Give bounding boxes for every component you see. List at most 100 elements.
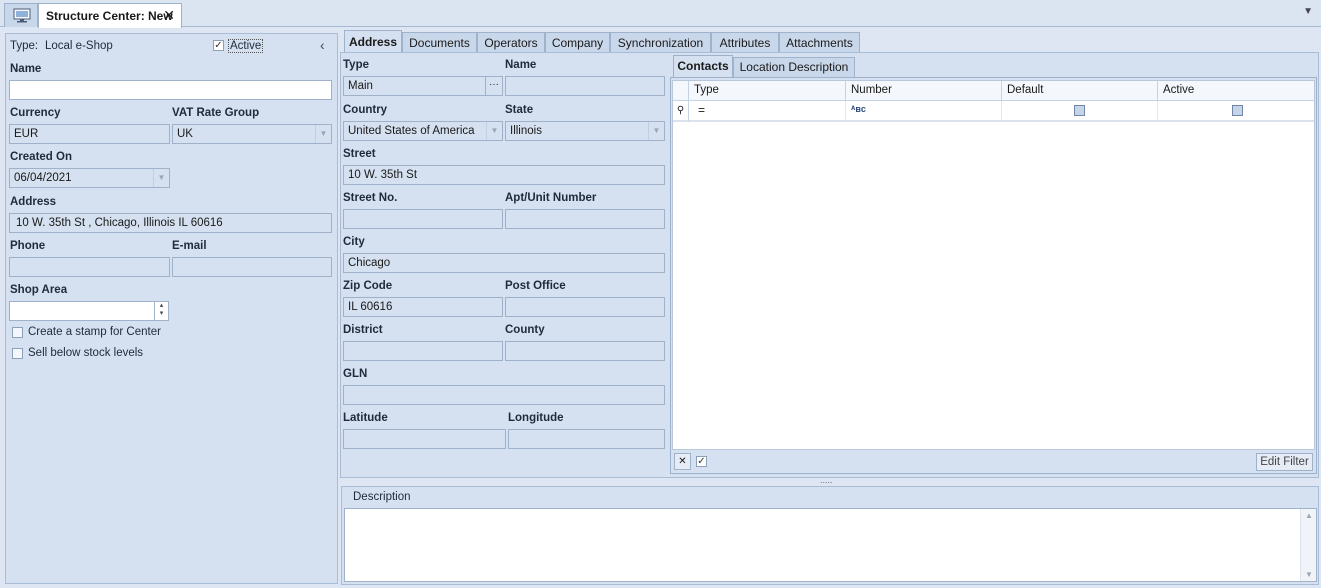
street-no-field[interactable] [343,209,503,229]
shop-area-stepper[interactable]: ▴ ▾ [9,301,169,321]
street-field[interactable]: 10 W. 35th St [343,165,665,185]
type-label: Type: [10,40,39,52]
description-panel: Description ▲ ▼ [341,486,1319,585]
splitter-grip[interactable]: ..... [820,475,833,485]
tab-contacts[interactable]: Contacts [673,55,733,78]
address-type-value: Main [348,80,373,92]
tab-address[interactable]: Address [344,30,402,53]
county-field[interactable] [505,341,665,361]
filter-row[interactable]: ⚲ = ᴬʙᴄ [673,101,1314,122]
zip-label: Zip Code [343,280,393,292]
tab-location-description[interactable]: Location Description [733,57,855,77]
name-input[interactable] [9,80,332,100]
close-icon[interactable]: ✕ [163,7,175,24]
state-label: State [505,104,534,116]
tab-company[interactable]: Company [545,32,610,53]
spin-buttons-icon[interactable]: ▴ ▾ [154,302,168,320]
sell-below-checkbox[interactable] [12,348,23,359]
gln-field[interactable] [343,385,665,405]
description-scrollbar[interactable]: ▲ ▼ [1300,509,1316,581]
row-indicator-header [673,81,689,101]
country-combo[interactable]: United States of America ▼ [343,121,503,141]
country-label: Country [343,104,388,116]
tab-attributes[interactable]: Attributes [711,32,779,53]
default-filter-checkbox[interactable] [1074,105,1085,116]
phone-field[interactable] [9,257,170,277]
gln-label: GLN [343,368,368,380]
column-default[interactable]: Default [1002,81,1158,101]
contacts-grid[interactable]: Type Number Default Active ⚲ = ᴬʙᴄ [672,80,1315,450]
created-on-label: Created On [10,151,72,163]
address-field[interactable]: 10 W. 35th St , Chicago, Illinois IL 606… [9,213,332,233]
latitude-field[interactable] [343,429,506,449]
currency-field[interactable]: EUR [9,124,170,144]
active-checkbox[interactable] [213,40,224,51]
structure-center-tab[interactable]: Structure Center: New ✕ [38,3,182,28]
stamp-checkbox[interactable] [12,327,23,338]
city-label: City [343,236,365,248]
chevron-down-icon[interactable]: ▼ [486,122,502,140]
number-filter-abc-icon[interactable]: ᴬʙᴄ [846,101,1002,121]
grid-header: Type Number Default Active [673,81,1314,101]
sell-below-label[interactable]: Sell below stock levels [28,347,143,359]
vat-rate-label: VAT Rate Group [172,107,260,119]
document-tab-bar [0,0,1321,27]
stamp-label[interactable]: Create a stamp for Center [28,326,161,338]
created-on-date[interactable]: 06/04/2021 ▼ [9,168,170,188]
county-label: County [505,324,545,336]
description-textarea[interactable]: ▲ ▼ [344,508,1317,582]
active-filter-cell[interactable] [1158,101,1314,121]
city-field[interactable]: Chicago [343,253,665,273]
street-label: Street [343,148,376,160]
tab-title: Structure Center: New [46,9,173,23]
email-field[interactable] [172,257,332,277]
chevron-down-icon[interactable]: ▼ [153,169,169,187]
currency-label: Currency [10,107,61,119]
longitude-field[interactable] [508,429,665,449]
district-field[interactable] [343,341,503,361]
tab-operators[interactable]: Operators [477,32,545,53]
type-filter-equals-icon[interactable]: = [689,101,846,121]
tab-documents[interactable]: Documents [402,32,477,53]
post-office-field[interactable] [505,297,665,317]
address-type-field[interactable]: Main ··· [343,76,503,96]
street-no-label: Street No. [343,192,398,204]
scroll-down-icon[interactable]: ▼ [1305,570,1313,579]
default-filter-cell[interactable] [1002,101,1158,121]
address-name-field[interactable] [505,76,665,96]
zip-field[interactable]: IL 60616 [343,297,503,317]
scroll-up-icon[interactable]: ▲ [1305,511,1313,520]
vat-rate-combo[interactable]: UK ▼ [172,124,332,144]
ellipsis-button[interactable]: ··· [485,77,502,95]
pin-icon[interactable]: ⚲ [673,101,689,121]
monitor-icon [13,8,31,23]
state-combo[interactable]: Illinois ▼ [505,121,665,141]
email-label: E-mail [172,240,207,252]
apt-label: Apt/Unit Number [505,192,597,204]
active-filter-checkbox[interactable] [1232,105,1243,116]
chevron-down-icon[interactable]: ▼ [315,125,331,143]
state-value: Illinois [510,125,542,137]
vat-rate-value: UK [177,128,193,140]
filter-enabled-checkbox[interactable] [696,456,707,467]
workspace-tab[interactable] [4,3,38,27]
address-type-label: Type [343,59,369,71]
column-number[interactable]: Number [846,81,1002,101]
shop-area-label: Shop Area [10,284,68,296]
collapse-chevron-icon[interactable]: ‹ [320,37,325,53]
chevron-down-icon[interactable]: ▼ [648,122,664,140]
address-name-label: Name [505,59,537,71]
apt-field[interactable] [505,209,665,229]
active-label[interactable]: Active [228,39,264,53]
tab-attachments[interactable]: Attachments [779,32,860,53]
post-office-label: Post Office [505,280,566,292]
description-label: Description [353,491,411,503]
clear-filter-icon[interactable]: ✕ [674,453,691,470]
latitude-label: Latitude [343,412,388,424]
tab-synchronization[interactable]: Synchronization [610,32,711,53]
edit-filter-button[interactable]: Edit Filter [1256,453,1313,471]
column-active[interactable]: Active [1158,81,1314,101]
column-type[interactable]: Type [689,81,846,101]
tab-menu-arrow-icon[interactable]: ▼ [1303,6,1313,17]
name-label: Name [10,63,42,75]
